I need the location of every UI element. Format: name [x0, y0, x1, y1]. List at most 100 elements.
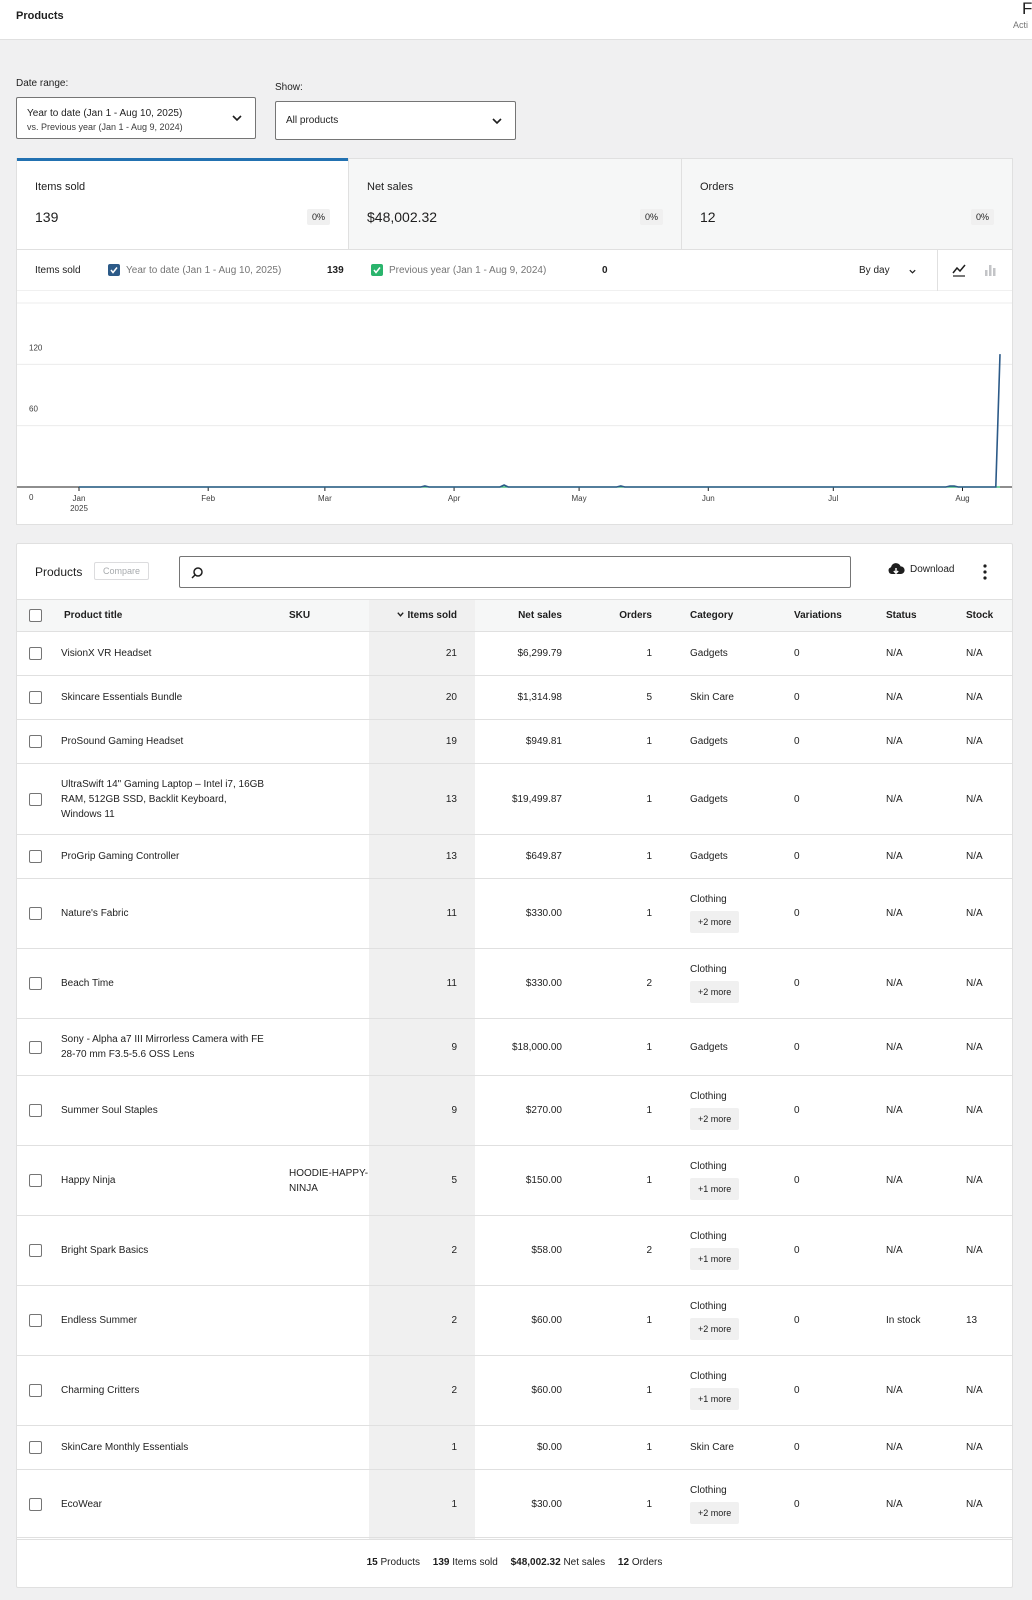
download-button[interactable]: Download — [910, 564, 954, 575]
row-checkbox[interactable] — [29, 1441, 42, 1454]
column-header-stock[interactable]: Stock — [944, 599, 1012, 632]
summary-tile-net-sales[interactable]: Net sales $48,002.32 0% — [349, 159, 682, 249]
orders-cell[interactable]: 1 — [580, 631, 670, 676]
category-more-badge[interactable]: +2 more — [690, 981, 740, 1003]
product-title-cell[interactable]: Bright Spark Basics — [57, 1215, 289, 1286]
sku-cell — [289, 631, 369, 676]
row-checkbox[interactable] — [29, 735, 42, 748]
category-more-badge[interactable]: +1 more — [690, 1248, 740, 1270]
status-cell: N/A — [874, 1075, 944, 1146]
product-title-cell[interactable]: Endless Summer — [57, 1285, 289, 1356]
table-row: Endless Summer 2 $60.00 1 Clothing +2 more 0 In… — [17, 1285, 1012, 1356]
legend-checkbox-previous[interactable] — [371, 264, 383, 276]
legend-previous-label[interactable]: Previous year (Jan 1 - Aug 9, 2024) — [389, 265, 546, 276]
column-header-sku[interactable]: SKU — [289, 599, 369, 632]
column-header-net-sales[interactable]: Net sales — [475, 599, 580, 632]
column-header-product-title[interactable]: Product title — [57, 599, 289, 632]
orders-cell[interactable]: 1 — [580, 878, 670, 949]
product-title-cell[interactable]: Nature's Fabric — [57, 878, 289, 949]
row-checkbox[interactable] — [29, 1384, 42, 1397]
row-checkbox[interactable] — [29, 1498, 42, 1511]
show-select[interactable]: All products — [275, 101, 516, 140]
orders-cell[interactable]: 2 — [580, 1215, 670, 1286]
orders-cell[interactable]: 1 — [580, 1285, 670, 1356]
sku-cell: HOODIE-HAPPY-NINJA — [289, 1145, 369, 1216]
items-sold-cell: 19 — [369, 719, 475, 764]
footer-products-label: Products — [380, 1557, 420, 1568]
status-cell: N/A — [874, 1355, 944, 1426]
more-menu-icon[interactable] — [975, 562, 995, 582]
bar-chart-icon[interactable] — [982, 262, 998, 278]
category-name: Clothing — [690, 964, 727, 975]
row-checkbox[interactable] — [29, 1104, 42, 1117]
orders-cell[interactable]: 5 — [580, 675, 670, 720]
product-title-cell[interactable]: ProSound Gaming Headset — [57, 719, 289, 764]
orders-cell[interactable]: 1 — [580, 1075, 670, 1146]
product-title-cell[interactable]: SkinCare Monthly Essentials — [57, 1425, 289, 1470]
orders-cell[interactable]: 1 — [580, 719, 670, 764]
table-row: UltraSwift 14" Gaming Laptop – Intel i7,… — [17, 763, 1012, 835]
items-sold-cell: 9 — [369, 1075, 475, 1146]
category-more-badge[interactable]: +2 more — [690, 1318, 740, 1340]
summary-tile-orders[interactable]: Orders 12 0% — [682, 159, 1012, 249]
download-icon[interactable] — [887, 562, 905, 578]
search-input[interactable] — [179, 556, 851, 588]
line-chart-icon[interactable] — [951, 262, 967, 278]
orders-cell[interactable]: 1 — [580, 1145, 670, 1216]
stock-cell: N/A — [944, 1355, 1012, 1426]
status-cell: N/A — [874, 719, 944, 764]
product-title-cell[interactable]: Summer Soul Staples — [57, 1075, 289, 1146]
orders-cell[interactable]: 1 — [580, 1469, 670, 1540]
row-checkbox[interactable] — [29, 647, 42, 660]
orders-cell[interactable]: 1 — [580, 763, 670, 835]
product-title-cell[interactable]: UltraSwift 14" Gaming Laptop – Intel i7,… — [57, 763, 289, 835]
date-range-label: Date range: — [16, 78, 69, 89]
row-checkbox[interactable] — [29, 792, 42, 806]
legend-current-label[interactable]: Year to date (Jan 1 - Aug 10, 2025) — [126, 265, 281, 276]
row-select-cell — [17, 1215, 57, 1286]
category-name: Gadgets — [690, 648, 728, 659]
category-more-badge[interactable]: +1 more — [690, 1178, 740, 1200]
category-more-badge[interactable]: +2 more — [690, 911, 740, 933]
summary-tile-items-sold[interactable]: Items sold 139 0% — [17, 158, 349, 249]
activity-panel-letter[interactable]: F — [1022, 0, 1032, 19]
orders-cell[interactable]: 1 — [580, 834, 670, 879]
category-name: Skin Care — [690, 1442, 734, 1453]
row-checkbox[interactable] — [29, 1174, 42, 1187]
product-title-cell[interactable]: Sony - Alpha a7 III Mirrorless Camera wi… — [57, 1018, 289, 1076]
product-title-cell[interactable]: VisionX VR Headset — [57, 631, 289, 676]
category-more-badge[interactable]: +2 more — [690, 1502, 740, 1524]
column-header-items-sold[interactable]: Items sold — [369, 599, 475, 632]
select-all-checkbox[interactable] — [29, 609, 42, 622]
row-checkbox[interactable] — [29, 1314, 42, 1327]
row-checkbox[interactable] — [29, 1244, 42, 1257]
row-checkbox[interactable] — [29, 977, 42, 990]
x-tick-label: Aug — [955, 494, 969, 503]
compare-button[interactable]: Compare — [94, 562, 150, 580]
show-value: All products — [286, 115, 339, 126]
product-title-cell[interactable]: Charming Critters — [57, 1355, 289, 1426]
summary-value: 139 — [35, 209, 59, 225]
product-title-cell[interactable]: ProGrip Gaming Controller — [57, 834, 289, 879]
category-more-badge[interactable]: +1 more — [690, 1388, 740, 1410]
legend-checkbox-current[interactable] — [108, 264, 120, 276]
category-more-badge[interactable]: +2 more — [690, 1108, 740, 1130]
product-title-cell[interactable]: Beach Time — [57, 948, 289, 1019]
orders-cell[interactable]: 2 — [580, 948, 670, 1019]
date-range-select[interactable]: Year to date (Jan 1 - Aug 10, 2025) vs. … — [16, 97, 256, 139]
product-title-cell[interactable]: EcoWear — [57, 1469, 289, 1540]
orders-cell[interactable]: 1 — [580, 1355, 670, 1426]
row-checkbox[interactable] — [29, 907, 42, 920]
product-title-cell[interactable]: Happy Ninja — [57, 1145, 289, 1216]
interval-select[interactable]: By day — [859, 265, 890, 276]
row-checkbox[interactable] — [29, 1040, 42, 1054]
row-checkbox[interactable] — [29, 850, 42, 863]
orders-cell[interactable]: 1 — [580, 1425, 670, 1470]
orders-cell[interactable]: 1 — [580, 1018, 670, 1076]
column-header-variations[interactable]: Variations — [774, 599, 874, 632]
row-checkbox[interactable] — [29, 691, 42, 704]
x-tick-label: Apr — [448, 494, 461, 503]
column-header-orders[interactable]: Orders — [580, 599, 670, 632]
activity-panel-label[interactable]: Acti — [1013, 20, 1028, 30]
product-title-cell[interactable]: Skincare Essentials Bundle — [57, 675, 289, 720]
